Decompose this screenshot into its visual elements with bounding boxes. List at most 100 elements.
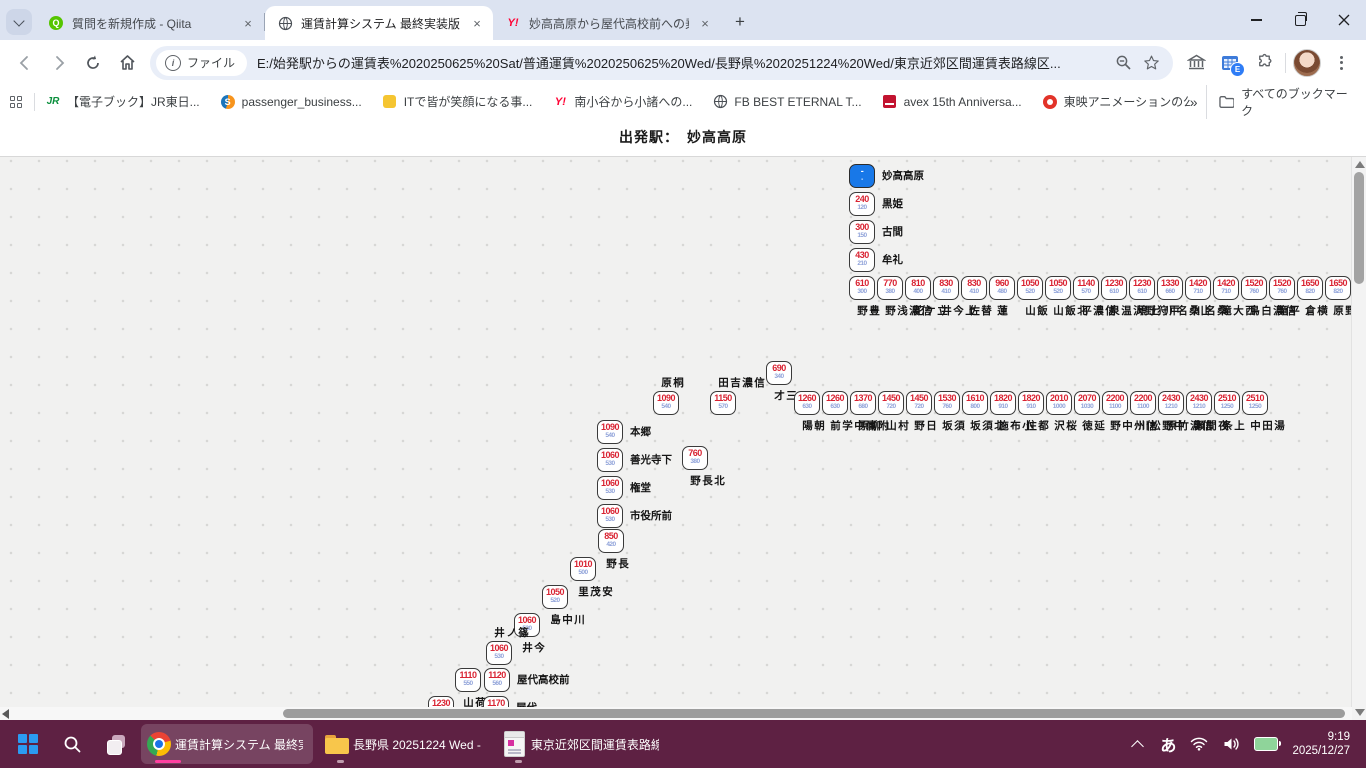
bookmark-item[interactable]: FB BEST ETERNAL T...	[712, 94, 861, 110]
fare-box[interactable]: 1610800	[962, 391, 988, 415]
fare-box[interactable]: 830410	[933, 276, 959, 300]
origin-fare-box[interactable]: --	[849, 164, 875, 188]
fare-box[interactable]: 1120560	[484, 668, 510, 692]
fare-box[interactable]: 1820910	[1018, 391, 1044, 415]
fare-box[interactable]: 1060530	[597, 504, 623, 528]
fare-box[interactable]: 850420	[598, 529, 624, 553]
tab-close-icon[interactable]: ×	[697, 15, 713, 31]
address-bar[interactable]: i ファイル E:/始発駅からの運賃表%2020250625%20Sat/普通運…	[150, 46, 1173, 80]
fare-box[interactable]: 960480	[989, 276, 1015, 300]
bookmark-item[interactable]: avex 15th Anniversa...	[882, 94, 1022, 110]
scroll-up-icon[interactable]	[1355, 161, 1365, 168]
fare-box[interactable]: 430210	[849, 248, 875, 272]
taskbar-app-button[interactable]: 東京近郊区間運賃表路線	[497, 724, 669, 764]
all-bookmarks-button[interactable]: すべてのブックマーク	[1206, 85, 1356, 119]
bookmark-item[interactable]: ITで皆が笑顔になる事...	[382, 93, 533, 110]
tab-close-icon[interactable]: ×	[240, 15, 256, 31]
tab-search-button[interactable]	[6, 9, 32, 35]
horizontal-scrollbar[interactable]	[0, 707, 1352, 720]
profile-button[interactable]	[1290, 46, 1324, 80]
url-text[interactable]: E:/始発駅からの運賃表%2020250625%20Sat/普通運賃%20202…	[257, 53, 1109, 72]
fare-box[interactable]: 1090540	[597, 420, 623, 444]
fare-box[interactable]: 810400	[905, 276, 931, 300]
fare-box[interactable]: 1050520	[542, 585, 568, 609]
fare-box[interactable]: 690340	[766, 361, 792, 385]
browser-tab[interactable]: Q質問を新規作成 - Qiita×	[36, 6, 264, 40]
fare-box[interactable]: 1140570	[1073, 276, 1099, 300]
fare-box[interactable]: 830410	[961, 276, 987, 300]
fare-box[interactable]: 25101250	[1242, 391, 1268, 415]
fare-box[interactable]: 1420710	[1213, 276, 1239, 300]
fare-box[interactable]: 1820910	[990, 391, 1016, 415]
bookmark-item[interactable]: Spassenger_business...	[220, 94, 362, 110]
fare-box[interactable]: 1330660	[1157, 276, 1183, 300]
table-extension-button[interactable]: E	[1213, 46, 1247, 80]
zoom-button[interactable]	[1109, 49, 1137, 77]
fare-box[interactable]: 1230610	[1101, 276, 1127, 300]
home-button[interactable]	[110, 46, 144, 80]
vertical-scrollbar[interactable]	[1351, 157, 1366, 720]
fare-box[interactable]: 1050520	[1017, 276, 1043, 300]
fare-box[interactable]: 20101000	[1046, 391, 1072, 415]
fare-box[interactable]: 20701030	[1074, 391, 1100, 415]
taskbar-app-button[interactable]: 長野県 20251224 Wed -	[319, 724, 491, 764]
minimize-button[interactable]	[1234, 3, 1278, 37]
fare-box[interactable]: 25101250	[1214, 391, 1240, 415]
archive-extension-button[interactable]	[1179, 46, 1213, 80]
fare-box[interactable]: 24301210	[1186, 391, 1212, 415]
extensions-button[interactable]	[1247, 46, 1281, 80]
scroll-down-icon[interactable]	[1355, 709, 1365, 716]
fare-box[interactable]: 1230610	[428, 696, 454, 707]
fare-box[interactable]: 1420710	[1185, 276, 1211, 300]
fare-box[interactable]: 1170580	[483, 696, 509, 707]
fare-box[interactable]: 1520760	[1269, 276, 1295, 300]
fare-box[interactable]: 22001100	[1130, 391, 1156, 415]
fare-box[interactable]: 1150570	[710, 391, 736, 415]
reload-button[interactable]	[76, 46, 110, 80]
browser-tab[interactable]: Y!妙高高原から屋代高校前への乗換×	[493, 6, 721, 40]
forward-button[interactable]	[42, 46, 76, 80]
fare-box[interactable]: 1650820	[1297, 276, 1323, 300]
horizontal-scroll-thumb[interactable]	[283, 709, 1345, 718]
fare-box[interactable]: 1110550	[455, 668, 481, 692]
url-scheme-chip[interactable]: i ファイル	[156, 50, 247, 76]
fare-box[interactable]: 24301210	[1158, 391, 1184, 415]
fare-box[interactable]: 770380	[877, 276, 903, 300]
search-button[interactable]	[52, 724, 92, 764]
browser-tab[interactable]: 運賃計算システム 最終実装版×	[265, 6, 493, 40]
task-view-button[interactable]	[96, 724, 136, 764]
menu-button[interactable]	[1324, 46, 1358, 80]
bookmark-item[interactable]: Y!南小谷から小諸への...	[552, 93, 692, 110]
bookmark-star-button[interactable]	[1137, 49, 1165, 77]
fare-box[interactable]: 1530760	[934, 391, 960, 415]
fare-box[interactable]: 1060530	[597, 476, 623, 500]
wifi-button[interactable]	[1190, 735, 1208, 753]
fare-box[interactable]: 240120	[849, 192, 875, 216]
clock[interactable]: 9:19 2025/12/27	[1292, 730, 1350, 758]
vertical-scroll-thumb[interactable]	[1354, 172, 1364, 284]
fare-box[interactable]: 300150	[849, 220, 875, 244]
fare-box[interactable]: 1650820	[1325, 276, 1351, 300]
taskbar-app-button[interactable]: 運賃計算システム 最終実装版	[141, 724, 313, 764]
fare-box[interactable]: 760380	[682, 446, 708, 470]
bookmark-item[interactable]: 東映アニメーションの公...	[1042, 93, 1190, 110]
fare-box[interactable]: 1520760	[1241, 276, 1267, 300]
ime-indicator[interactable]: あ	[1160, 732, 1176, 756]
tray-chevron-button[interactable]	[1128, 735, 1146, 753]
fare-box[interactable]: 1060530	[486, 641, 512, 665]
fare-box[interactable]: 1450720	[878, 391, 904, 415]
fare-box[interactable]: 610300	[849, 276, 875, 300]
fare-box[interactable]: 1090540	[653, 391, 679, 415]
fare-box[interactable]: 1010500	[570, 557, 596, 581]
restore-button[interactable]	[1278, 3, 1322, 37]
back-button[interactable]	[8, 46, 42, 80]
fare-box[interactable]: 1450720	[906, 391, 932, 415]
fare-box[interactable]: 1370680	[850, 391, 876, 415]
fare-box[interactable]: 1060530	[597, 448, 623, 472]
new-tab-button[interactable]: +	[727, 9, 753, 35]
tab-close-icon[interactable]: ×	[469, 15, 485, 31]
volume-button[interactable]	[1222, 735, 1240, 753]
apps-grid-icon[interactable]	[10, 96, 22, 108]
scroll-left-icon[interactable]	[2, 709, 9, 719]
start-button[interactable]	[8, 724, 48, 764]
